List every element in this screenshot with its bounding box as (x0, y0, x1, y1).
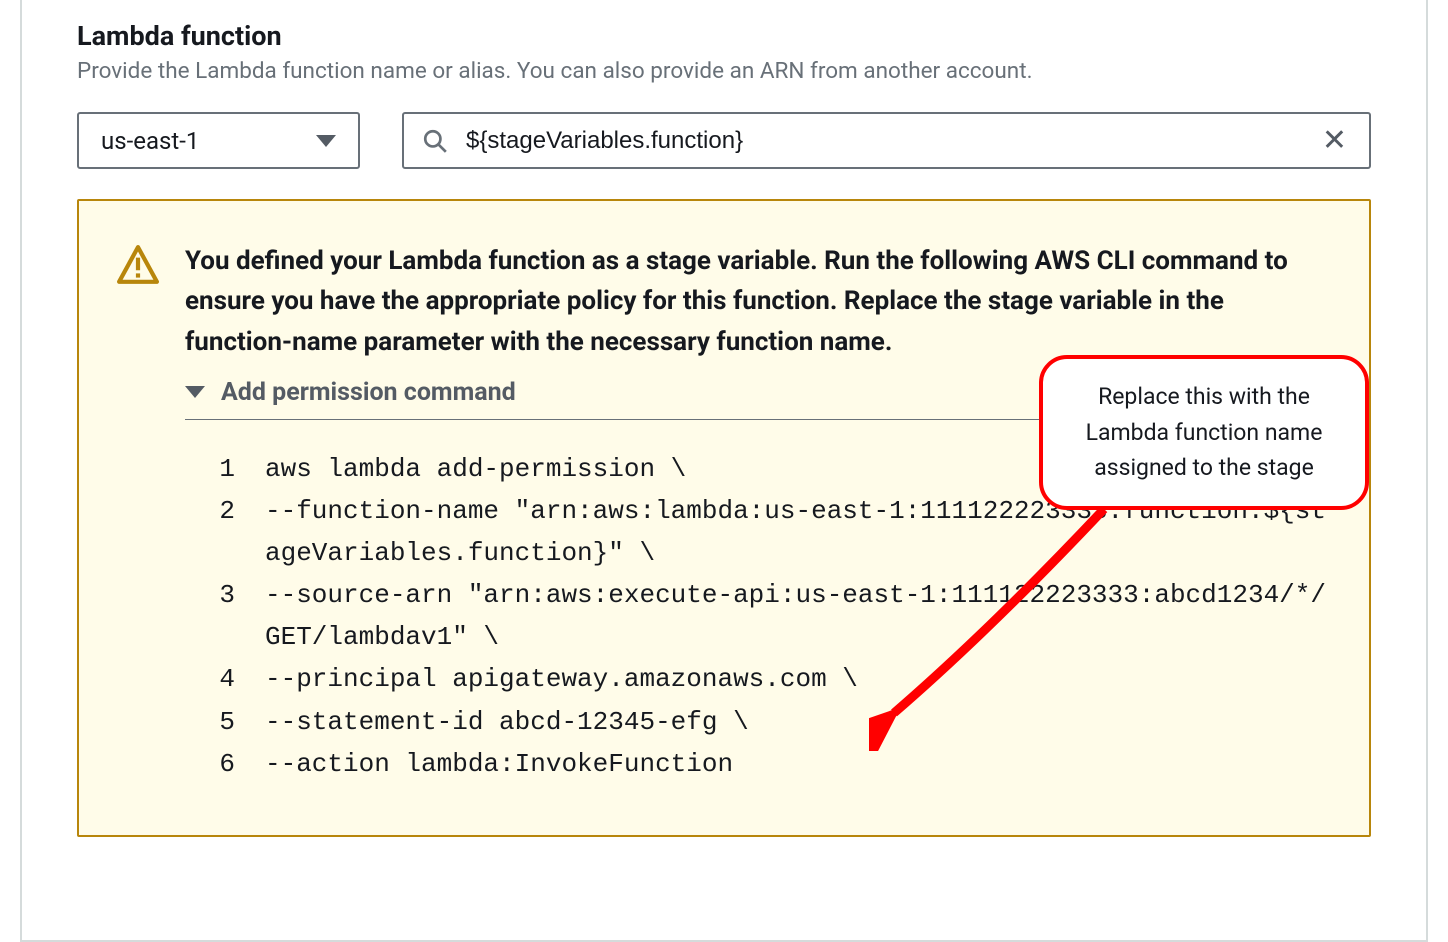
code-line: --statement-id abcd-12345-efg \ (265, 701, 1331, 743)
expand-label: Add permission command (221, 378, 516, 407)
lambda-search-input[interactable] (466, 127, 1318, 155)
line-number: 5 (185, 701, 235, 743)
line-number: 3 (185, 574, 235, 658)
code-line: --source-arn "arn:aws:execute-api:us-eas… (265, 574, 1331, 658)
code-line: --action lambda:InvokeFunction (265, 743, 1331, 785)
chevron-down-icon (185, 386, 205, 398)
warning-alert: You defined your Lambda function as a st… (77, 199, 1371, 837)
code-line: --principal apigateway.amazonaws.com \ (265, 658, 1331, 700)
line-number: 1 (185, 448, 235, 490)
alert-content: You defined your Lambda function as a st… (185, 241, 1331, 785)
lambda-function-panel: Lambda function Provide the Lambda funct… (20, 0, 1428, 942)
warning-icon (117, 244, 159, 286)
clear-icon[interactable]: ✕ (1318, 123, 1351, 158)
line-number: 4 (185, 658, 235, 700)
chevron-down-icon (316, 135, 336, 147)
search-icon (422, 128, 448, 154)
line-number: 6 (185, 743, 235, 785)
line-number: 2 (185, 490, 235, 574)
region-dropdown[interactable]: us-east-1 (77, 112, 360, 169)
lambda-search-box[interactable]: ✕ (402, 112, 1371, 169)
region-value: us-east-1 (101, 127, 199, 155)
controls-row: us-east-1 ✕ (77, 112, 1371, 169)
annotation-callout: Replace this with the Lambda function na… (1039, 355, 1369, 510)
section-title: Lambda function (77, 20, 1371, 52)
alert-heading: You defined your Lambda function as a st… (185, 241, 1331, 362)
section-description: Provide the Lambda function name or alia… (77, 58, 1371, 84)
